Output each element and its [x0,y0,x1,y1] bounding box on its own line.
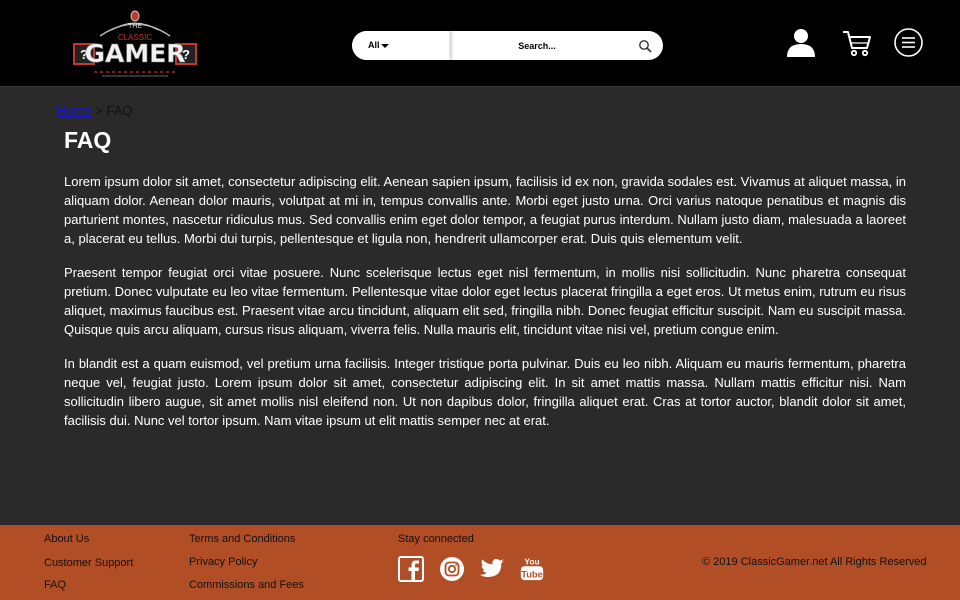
breadcrumb-home-link[interactable]: Home [57,103,92,118]
footer-link-commissions[interactable]: Commissions and Fees [189,579,304,591]
site-header: THE CLASSIC ? ? GAMER All [0,0,960,86]
faq-paragraph-2: Praesent tempor feugiat orci vitae posue… [64,265,906,337]
user-account-icon[interactable] [785,26,817,58]
chevron-down-icon [381,44,389,48]
svg-text:Tube: Tube [521,569,542,579]
footer-link-faq[interactable]: FAQ [44,579,66,591]
hamburger-menu-icon[interactable] [893,27,924,58]
logo-top-text: THE [128,23,142,30]
site-footer: About Us Customer Support FAQ Terms and … [0,525,960,600]
breadcrumb-separator: > [91,103,107,118]
search-category-dropdown[interactable]: All [352,31,450,60]
footer-link-privacy[interactable]: Privacy Policy [189,556,257,568]
svg-text:You: You [524,556,539,566]
footer-link-customer-support[interactable]: Customer Support [44,557,133,569]
faq-content: Lorem ipsum dolor sit amet, consectetur … [64,172,906,469]
stay-connected-label: Stay connected [398,533,474,545]
page-title: FAQ [64,127,112,153]
logo-main-text: GAMER [84,39,185,68]
instagram-icon[interactable] [439,556,465,582]
twitter-icon[interactable] [479,556,505,582]
copyright-text: © 2019 ClassicGamer.net All Rights Reser… [702,556,927,568]
breadcrumb-current: FAQ [106,103,133,118]
footer-link-about-us[interactable]: About Us [44,533,89,545]
breadcrumb: Home > FAQ [57,103,133,118]
faq-paragraph-3: In blandit est a quam euismod, vel preti… [64,356,906,428]
facebook-icon[interactable] [398,556,424,582]
search-icon[interactable] [638,39,652,53]
footer-link-terms[interactable]: Terms and Conditions [189,533,295,545]
shopping-cart-icon[interactable] [842,28,872,58]
youtube-icon[interactable]: You Tube [519,556,545,582]
site-logo[interactable]: THE CLASSIC ? ? GAMER [72,6,198,80]
main-content: Home > FAQ FAQ Lorem ipsum dolor sit ame… [0,86,960,525]
logo-graphic: THE CLASSIC ? ? GAMER [73,10,197,77]
search-bar: All [352,31,663,60]
faq-paragraph-1: Lorem ipsum dolor sit amet, consectetur … [64,174,906,246]
search-input[interactable] [452,31,622,60]
search-category-label: All [368,40,380,50]
